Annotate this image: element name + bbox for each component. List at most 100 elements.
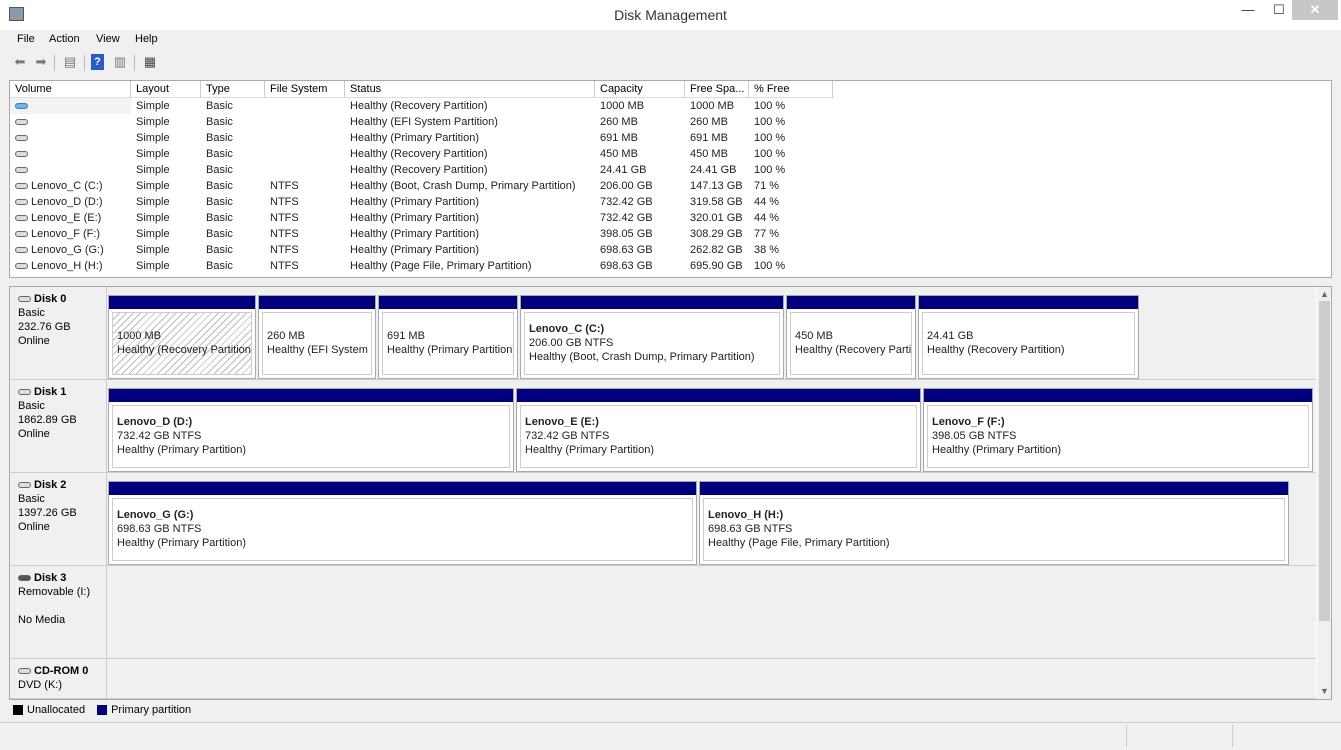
column-header[interactable]: Capacity xyxy=(595,81,685,98)
partition[interactable]: Lenovo_C (C:) 206.00 GB NTFS Healthy (Boot… xyxy=(520,295,784,379)
partition[interactable]: 450 MB Healthy (Recovery Partition) xyxy=(786,295,916,379)
partition[interactable]: Lenovo_F (F:) 398.05 GB NTFS Healthy (Prim… xyxy=(923,388,1313,472)
table-row[interactable]: Lenovo_D (D:) Simple Basic NTFS Healthy (Pri… xyxy=(10,194,1331,210)
cell-text: 100 % xyxy=(754,132,786,144)
table-row[interactable]: Lenovo_C (C:) Simple Basic NTFS Healthy (Boo… xyxy=(10,178,1331,194)
close-button[interactable]: ✕ xyxy=(1292,0,1338,20)
cell-text: Healthy (Boot, Crash Dump, Primary Parti… xyxy=(350,180,576,192)
column-header[interactable]: File System xyxy=(265,81,345,98)
table-cell xyxy=(10,130,131,146)
table-cell xyxy=(265,114,345,130)
menu-action[interactable]: Action xyxy=(49,33,80,45)
console-tree-icon[interactable]: ▤ xyxy=(61,54,79,70)
cell-text: 24.41 GB xyxy=(600,164,647,176)
cell-text: 147.13 GB xyxy=(690,180,743,192)
disk-info: Basic xyxy=(18,400,45,412)
cell-text: NTFS xyxy=(270,228,299,240)
table-row[interactable]: Simple Basic Healthy (Primary Partition) 69… xyxy=(10,130,1331,146)
disk-label[interactable]: Disk 0 Basic 232.76 GB Online xyxy=(10,287,107,380)
menu-help[interactable]: Help xyxy=(135,33,158,45)
partition[interactable]: Lenovo_E (E:) 732.42 GB NTFS Healthy (Prim… xyxy=(516,388,921,472)
table-row[interactable]: Simple Basic Healthy (Recovery Partition) 2… xyxy=(10,162,1331,178)
partition[interactable]: 260 MB Healthy (EFI System Partition) xyxy=(258,295,376,379)
cell-text: Basic xyxy=(206,148,233,160)
partition-name: Lenovo_F (F:) xyxy=(932,416,1005,428)
partition-bar xyxy=(109,389,513,402)
cell-text: 732.42 GB xyxy=(600,196,653,208)
properties-icon[interactable]: ▦ xyxy=(141,54,159,70)
volume-icon xyxy=(15,215,28,222)
help-icon[interactable]: ? xyxy=(91,54,104,70)
disk-label[interactable]: Disk 2 Basic 1397.26 GB Online xyxy=(10,473,107,566)
partition-size: 698.63 GB NTFS xyxy=(117,523,202,535)
cell-text: Simple xyxy=(136,148,170,160)
table-cell: Basic xyxy=(201,114,265,130)
vertical-scrollbar[interactable]: ▲ ▼ xyxy=(1317,287,1331,699)
disk-info: No Media xyxy=(18,614,66,626)
partition-details: Lenovo_C (C:) 206.00 GB NTFS Healthy (Boot… xyxy=(524,312,780,375)
column-header[interactable]: Status xyxy=(345,81,595,98)
partition-details: Lenovo_G (G:) 698.63 GB NTFS Healthy (Prim… xyxy=(112,498,693,561)
disk-label[interactable]: Disk 3 Removable (I:) No Media xyxy=(10,566,107,659)
table-cell xyxy=(265,146,345,162)
menu-file[interactable]: File xyxy=(17,33,35,45)
cell-text: Simple xyxy=(136,212,170,224)
partition-details: 260 MB Healthy (EFI System Partition) xyxy=(262,312,372,375)
cell-text: 698.63 GB xyxy=(600,260,653,272)
disk-partitions: Lenovo_G (G:) 698.63 GB NTFS Healthy (Prim… xyxy=(107,473,1316,566)
partition[interactable]: Lenovo_D (D:) 732.42 GB NTFS Healthy (Prim… xyxy=(108,388,514,472)
table-cell: NTFS xyxy=(265,258,345,274)
disk-info: Basic xyxy=(18,307,45,319)
volume-icon xyxy=(15,167,28,174)
table-row[interactable]: Lenovo_G (G:) Simple Basic NTFS Healthy (Pri… xyxy=(10,242,1331,258)
table-cell: 44 % xyxy=(749,194,833,210)
partition-size: 206.00 GB NTFS xyxy=(529,337,614,349)
scrollbar-thumb[interactable] xyxy=(1319,301,1330,621)
maximize-button[interactable]: ☐ xyxy=(1264,0,1294,20)
minimize-button[interactable]: — xyxy=(1233,0,1263,20)
cell-text: Basic xyxy=(206,212,233,224)
table-cell: Basic xyxy=(201,146,265,162)
disk-label[interactable]: Disk 1 Basic 1862.89 GB Online xyxy=(10,380,107,473)
table-cell: 398.05 GB xyxy=(595,226,685,242)
partition-size: 1000 MB xyxy=(117,330,162,342)
table-cell: Healthy (Boot, Crash Dump, Primary Parti… xyxy=(345,178,595,194)
partition[interactable]: 1000 MB Healthy (Recovery Partition) xyxy=(108,295,256,379)
table-cell xyxy=(10,114,131,130)
column-header[interactable]: Volume xyxy=(10,81,131,98)
table-cell: 44 % xyxy=(749,210,833,226)
table-row[interactable]: Simple Basic Healthy (EFI System Partition… xyxy=(10,114,1331,130)
volume-icon xyxy=(15,199,28,206)
partition-size: 398.05 GB NTFS xyxy=(932,430,1017,442)
disk-name-text: CD-ROM 0 xyxy=(34,665,89,677)
table-row[interactable]: Simple Basic Healthy (Recovery Partition) 1… xyxy=(10,98,1331,114)
table-row[interactable]: Lenovo_F (F:) Simple Basic NTFS Healthy (Pri… xyxy=(10,226,1331,242)
table-cell: 308.29 GB xyxy=(685,226,749,242)
forward-arrow-icon[interactable]: ➡ xyxy=(32,54,50,70)
column-header[interactable]: % Free xyxy=(749,81,833,98)
cell-text: NTFS xyxy=(270,244,299,256)
action-pane-icon[interactable]: ▥ xyxy=(111,54,129,70)
table-row[interactable]: Simple Basic Healthy (Recovery Partition) 4… xyxy=(10,146,1331,162)
partition-name: Lenovo_D (D:) xyxy=(117,416,193,428)
partition[interactable]: 691 MB Healthy (Primary Partition) xyxy=(378,295,518,379)
disk-label[interactable]: CD-ROM 0 DVD (K:) xyxy=(10,659,107,699)
table-cell: 320.01 GB xyxy=(685,210,749,226)
table-row[interactable]: Lenovo_E (E:) Simple Basic NTFS Healthy (Pri… xyxy=(10,210,1331,226)
table-row[interactable]: Lenovo_H (H:) Simple Basic NTFS Healthy (Pag… xyxy=(10,258,1331,274)
column-header[interactable]: Free Spa... xyxy=(685,81,749,98)
disk-info: Removable (I:) xyxy=(18,586,91,598)
table-cell xyxy=(10,98,131,114)
column-header[interactable]: Layout xyxy=(131,81,201,98)
volume-icon xyxy=(15,247,28,254)
column-header[interactable]: Type xyxy=(201,81,265,98)
partition[interactable]: Lenovo_H (H:) 698.63 GB NTFS Healthy (Page… xyxy=(699,481,1289,565)
partition[interactable]: 24.41 GB Healthy (Recovery Partition) xyxy=(918,295,1139,379)
back-arrow-icon[interactable]: ⬅ xyxy=(11,54,29,70)
partition[interactable]: Lenovo_G (G:) 698.63 GB NTFS Healthy (Prim… xyxy=(108,481,697,565)
cell-text: 398.05 GB xyxy=(600,228,653,240)
partition-size: 732.42 GB NTFS xyxy=(117,430,202,442)
table-cell xyxy=(10,162,131,178)
table-cell: Healthy (Recovery Partition) xyxy=(345,98,595,114)
menu-view[interactable]: View xyxy=(96,33,120,45)
